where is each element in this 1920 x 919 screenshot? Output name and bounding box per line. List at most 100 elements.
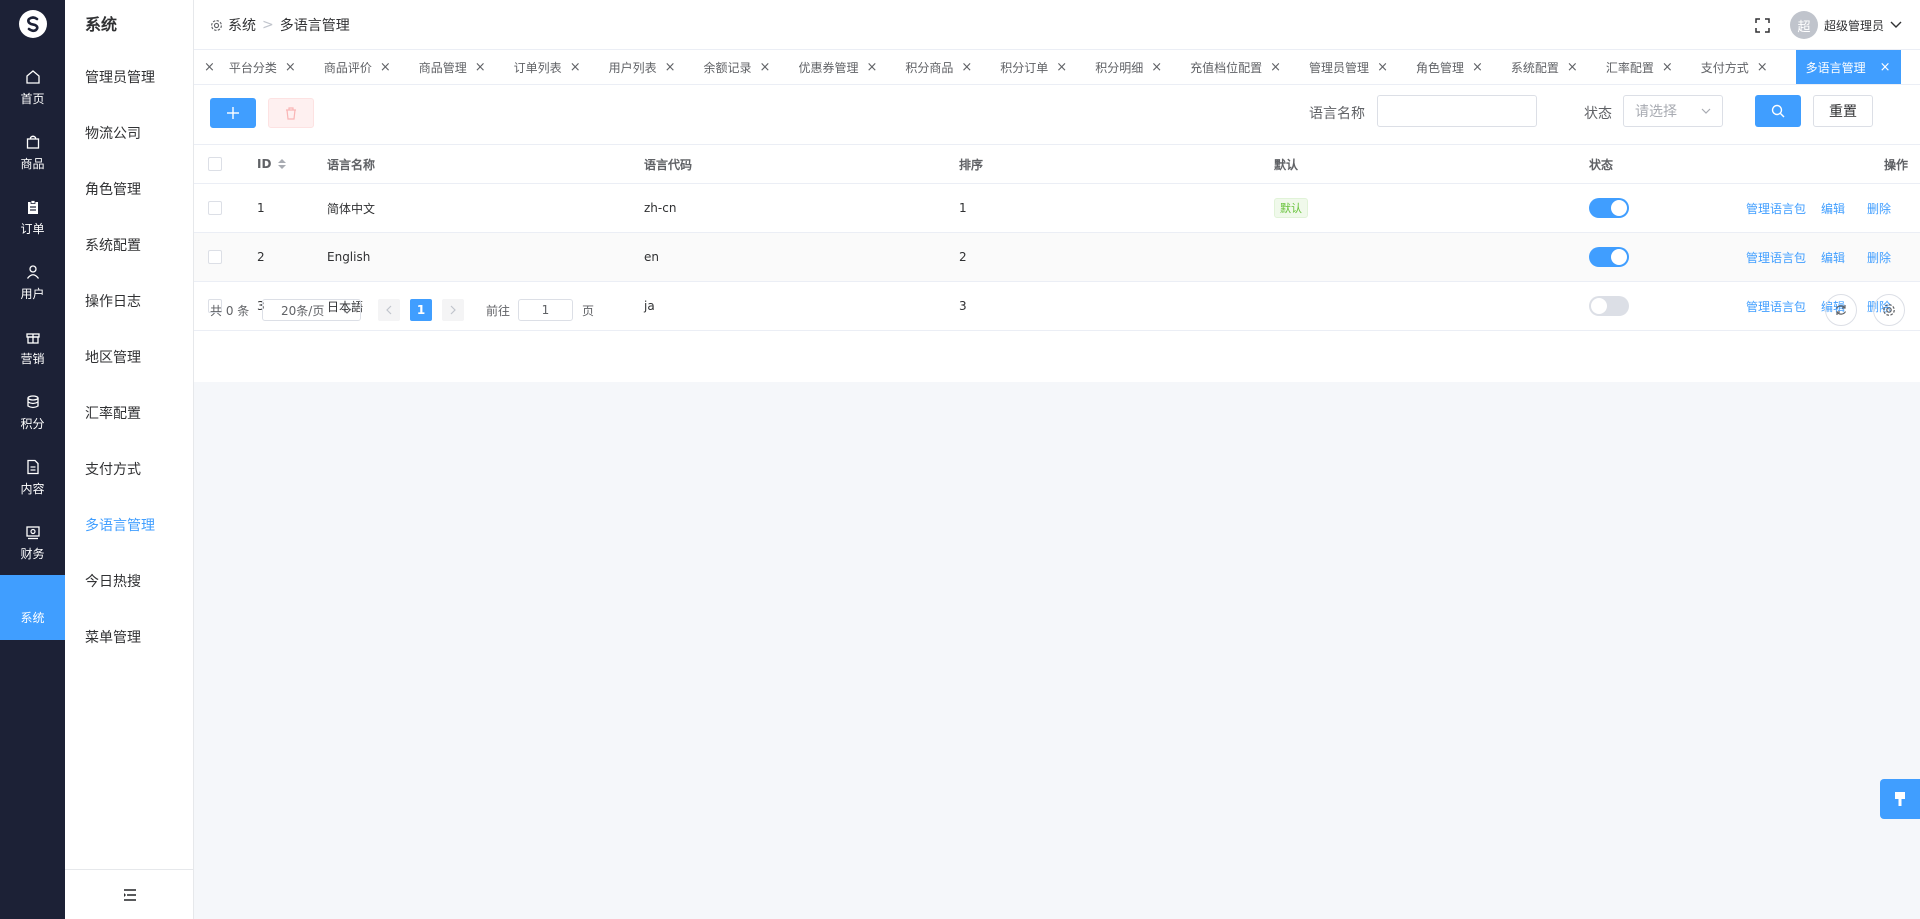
manage-language-pack-link[interactable]: 管理语言包 <box>1746 200 1806 217</box>
cell-language-name: 简体中文 <box>327 201 376 216</box>
status-toggle[interactable] <box>1589 247 1629 267</box>
tab-item[interactable]: 平台分类 × <box>229 50 324 84</box>
goto-page-input[interactable]: 1 <box>518 299 573 321</box>
sub-item-roles[interactable]: 角色管理 <box>65 162 193 218</box>
rail-item-users[interactable]: 用户 <box>0 250 65 315</box>
sub-item-logistics[interactable]: 物流公司 <box>65 106 193 162</box>
delete-link[interactable]: 删除 <box>1867 249 1891 266</box>
close-icon[interactable]: × <box>1567 60 1578 75</box>
tab-item[interactable]: 商品管理 × <box>419 50 514 84</box>
rail-item-goods[interactable]: 商品 <box>0 120 65 185</box>
close-icon[interactable]: × <box>570 60 581 75</box>
sub-item-hot-search[interactable]: 今日热搜 <box>65 554 193 610</box>
sub-menu-title: 系统 <box>85 15 118 34</box>
rail-item-home[interactable]: 首页 <box>0 55 65 120</box>
row-checkbox[interactable] <box>208 201 222 215</box>
sub-item-system-config[interactable]: 系统配置 <box>65 218 193 274</box>
batch-delete-button[interactable] <box>268 98 314 128</box>
cell-sort: 2 <box>959 250 967 264</box>
col-name: 语言名称 <box>327 157 376 172</box>
floating-tool-button[interactable] <box>1880 779 1920 819</box>
tab-item[interactable]: 优惠券管理 × <box>798 50 905 84</box>
rail-item-marketing[interactable]: 营销 <box>0 315 65 380</box>
user-name[interactable]: 超级管理员 <box>1824 17 1884 34</box>
tab-item[interactable]: 多语言管理 × <box>1795 50 1901 84</box>
page-size-select[interactable]: 20条/页 <box>262 299 361 321</box>
breadcrumb-root[interactable]: 系统 <box>228 15 256 35</box>
close-icon[interactable]: × <box>1151 60 1162 75</box>
close-icon[interactable]: × <box>1056 60 1067 75</box>
tab-label: 优惠券管理 <box>798 60 859 75</box>
close-icon[interactable]: × <box>1662 60 1673 75</box>
rail-item-finance[interactable]: 财务 <box>0 510 65 575</box>
tab-item[interactable]: 用户列表 × <box>609 50 704 84</box>
sub-item-languages[interactable]: 多语言管理 <box>65 498 193 554</box>
edit-link[interactable]: 编辑 <box>1821 200 1845 217</box>
top-header: 系统 > 多语言管理 超 超级管理员 <box>194 0 1920 50</box>
sort-icon[interactable] <box>277 158 287 170</box>
sub-item-menus[interactable]: 菜单管理 <box>65 610 193 666</box>
sub-item-exchange-rate[interactable]: 汇率配置 <box>65 386 193 442</box>
close-icon[interactable]: × <box>1880 60 1891 75</box>
trash-icon <box>286 106 296 120</box>
tab-item[interactable]: 积分订单 × <box>1000 50 1095 84</box>
tab-item[interactable]: 汇率配置 × <box>1606 50 1701 84</box>
search-button[interactable] <box>1755 95 1801 127</box>
close-icon[interactable]: × <box>866 60 877 75</box>
tab-item[interactable]: 余额记录 × <box>704 50 799 84</box>
tab-item[interactable]: 积分明细 × <box>1095 50 1190 84</box>
rail-item-content[interactable]: 内容 <box>0 445 65 510</box>
prev-page-button[interactable] <box>378 299 400 321</box>
app-logo[interactable] <box>19 10 47 38</box>
close-icon[interactable]: × <box>760 60 771 75</box>
close-icon[interactable]: × <box>1270 60 1281 75</box>
tab-item[interactable]: 充值档位配置 × <box>1190 50 1309 84</box>
select-all-checkbox[interactable] <box>208 157 222 171</box>
next-page-button[interactable] <box>442 299 464 321</box>
sub-item-regions[interactable]: 地区管理 <box>65 330 193 386</box>
close-icon[interactable]: × <box>380 60 391 75</box>
sub-item-admin[interactable]: 管理员管理 <box>65 50 193 106</box>
page-unit-label: 页 <box>582 303 595 318</box>
delete-link[interactable]: 删除 <box>1867 200 1891 217</box>
language-name-input[interactable] <box>1377 95 1537 127</box>
close-icon[interactable]: × <box>285 60 296 75</box>
chevron-down-icon[interactable] <box>1890 21 1902 29</box>
row-checkbox[interactable] <box>208 250 222 264</box>
close-icon[interactable]: × <box>1472 60 1483 75</box>
add-button[interactable] <box>210 98 256 128</box>
col-status: 状态 <box>1589 157 1614 172</box>
tab-item[interactable]: 商品评价 × <box>324 50 419 84</box>
refresh-button[interactable] <box>1825 294 1857 326</box>
close-icon[interactable]: × <box>475 60 486 75</box>
collapse-menu-button[interactable] <box>65 869 194 919</box>
tab-item[interactable]: 系统配置 × <box>1511 50 1606 84</box>
reset-button[interactable]: 重置 <box>1813 95 1873 127</box>
manage-language-pack-link[interactable]: 管理语言包 <box>1746 249 1806 266</box>
close-icon[interactable]: × <box>1757 60 1768 75</box>
page-size-value: 20条/页 <box>281 303 325 318</box>
page-number-button[interactable]: 1 <box>410 299 432 321</box>
col-id[interactable]: ID <box>257 145 287 183</box>
close-icon[interactable]: × <box>204 60 215 75</box>
close-icon[interactable]: × <box>665 60 676 75</box>
tab-item[interactable]: 订单列表 × <box>514 50 609 84</box>
tab-item[interactable]: 积分商品 × <box>905 50 1000 84</box>
close-icon[interactable]: × <box>961 60 972 75</box>
rail-item-system[interactable]: 系统 <box>0 575 65 640</box>
column-settings-button[interactable] <box>1873 294 1905 326</box>
rail-item-orders[interactable]: 订单 <box>0 185 65 250</box>
cell-language-name: English <box>327 250 371 264</box>
rail-item-points[interactable]: 积分 <box>0 380 65 445</box>
tab-item[interactable]: 管理员管理 × <box>1309 50 1416 84</box>
edit-link[interactable]: 编辑 <box>1821 249 1845 266</box>
status-toggle[interactable] <box>1589 198 1629 218</box>
avatar[interactable]: 超 <box>1789 11 1818 39</box>
tab-item[interactable]: 支付方式 × <box>1701 50 1796 84</box>
tab-item[interactable]: 角色管理 × <box>1416 50 1511 84</box>
fullscreen-icon[interactable] <box>1755 17 1770 33</box>
close-icon[interactable]: × <box>1377 60 1388 75</box>
sub-item-operation-log[interactable]: 操作日志 <box>65 274 193 330</box>
sub-item-payment[interactable]: 支付方式 <box>65 442 193 498</box>
status-select[interactable]: 请选择 <box>1623 95 1723 127</box>
